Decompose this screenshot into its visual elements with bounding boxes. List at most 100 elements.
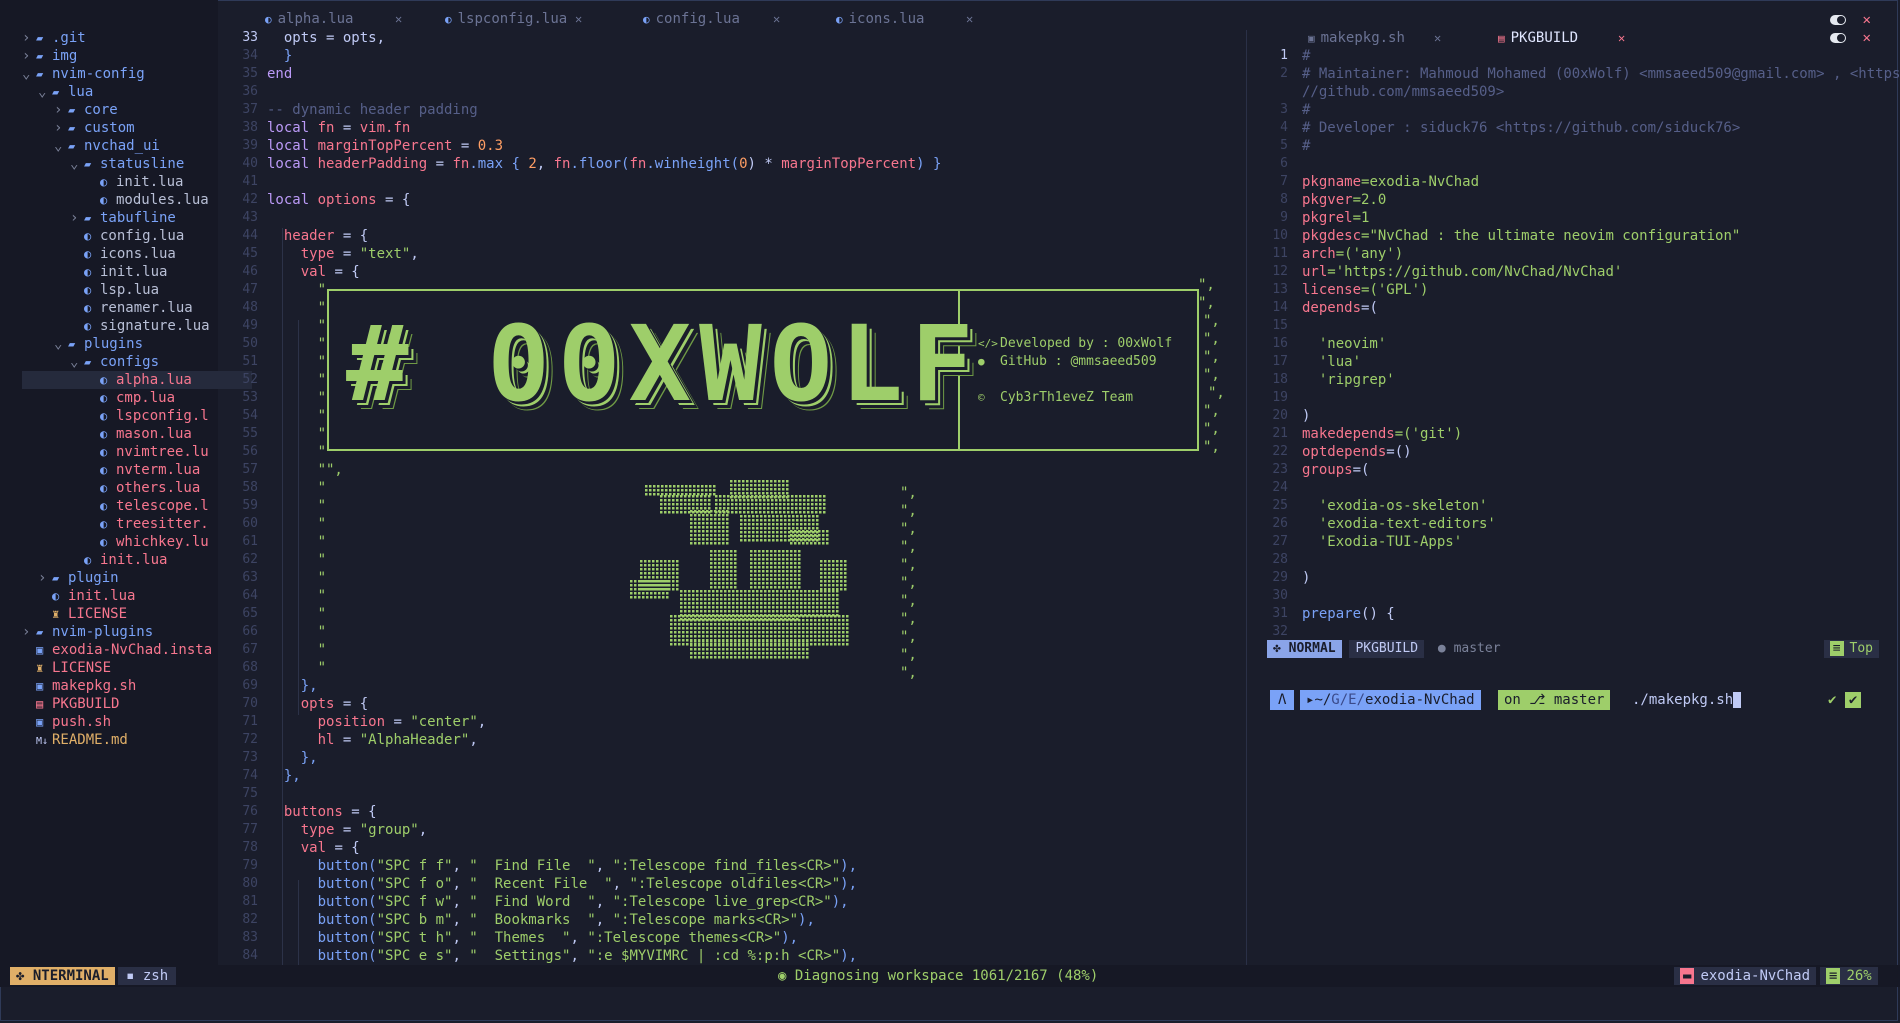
tab-lspconfig-lua[interactable]: ◐ lspconfig.lua ✕ (445, 8, 582, 30)
tree-item[interactable]: ◐ mason.lua (100, 425, 192, 443)
tab-pkgbuild[interactable]: ▤ PKGBUILD ✕ (1498, 27, 1625, 49)
close-icon[interactable]: ✕ (575, 8, 582, 30)
tree-item[interactable]: ▣ push.sh (36, 713, 111, 731)
tree-item[interactable]: ⌄ ▰ lua (38, 83, 93, 101)
code-token: ) * (747, 156, 782, 172)
tree-item[interactable]: ◐ lsp.lua (84, 281, 159, 299)
terminal-pane[interactable]: Λ ▸~/G/E/exodia-NvChad on ⎇ master ./mak… (1250, 690, 1900, 960)
tree-item[interactable]: ⌄ ▰ statusline (70, 155, 184, 173)
terminal-icon: ▪ (126, 968, 143, 984)
code-line: # (1302, 102, 1310, 118)
tree-item[interactable]: ◐ init.lua (100, 173, 183, 191)
tree-item-label: config.lua (100, 228, 185, 244)
chevron-right-icon[interactable]: › (22, 623, 36, 641)
chevron-right-icon[interactable]: › (22, 47, 36, 65)
tab-icons-lua[interactable]: ◐ icons.lua ✕ (836, 8, 973, 30)
tab-makepkg-sh[interactable]: ▣ makepkg.sh ✕ (1308, 27, 1441, 49)
close-icon[interactable]: ✕ (1434, 27, 1441, 49)
code-token: " (267, 372, 327, 388)
tree-item[interactable]: ◐ init.lua (84, 551, 167, 569)
chevron-down-icon[interactable]: ⌄ (54, 137, 68, 155)
tree-item[interactable]: ▣ makepkg.sh (36, 677, 136, 695)
tab-alpha-lua[interactable]: ◐ alpha.lua ✕ (265, 8, 402, 30)
tree-item[interactable]: › ▰ plugin (38, 569, 119, 587)
tree-item[interactable]: ◐ init.lua (84, 263, 167, 281)
tree-item[interactable]: ◐ modules.lua (100, 191, 209, 209)
close-icon[interactable]: ✕ (1618, 27, 1625, 49)
tree-item-label: cmp.lua (116, 390, 176, 406)
tree-item[interactable]: ◐ renamer.lua (84, 299, 193, 317)
tree-item-label: init.lua (100, 552, 168, 568)
tree-item[interactable]: ⌄ ▰ configs (70, 353, 159, 371)
code-token: local (267, 120, 318, 136)
tree-item[interactable]: ◐ whichkey.lu (100, 533, 209, 551)
tree-item[interactable]: ♜ LICENSE (52, 605, 127, 623)
tree-item[interactable]: ◐ lspconfig.l (100, 407, 209, 425)
chevron-right-icon[interactable]: › (54, 119, 68, 137)
tree-item[interactable]: › ▰ tabufline (70, 209, 176, 227)
tree-item[interactable]: › ▰ core (54, 101, 118, 119)
string-terminator: ", (1203, 331, 1220, 347)
code-token: type (267, 822, 335, 838)
code-token: = { (326, 264, 360, 280)
code-token: =() (1386, 444, 1412, 460)
close-icon[interactable]: ✕ (773, 8, 780, 30)
folder-icon: ▬ (1680, 968, 1695, 984)
tree-item[interactable]: ⌄ ▰ nvim-config (22, 65, 145, 83)
close-icon[interactable]: ✕ (966, 8, 973, 30)
tree-item[interactable]: ◐ signature.lua (84, 317, 210, 335)
tree-item[interactable]: › ▰ img (22, 47, 77, 65)
line-number: 26 (1272, 516, 1288, 531)
tree-item[interactable]: ◐ nvterm.lua (100, 461, 200, 479)
tree-item[interactable]: ◐ icons.lua (84, 245, 176, 263)
toggle-theme-button[interactable]: ✕ (1830, 12, 1872, 28)
tree-item[interactable]: ◐ init.lua (52, 587, 135, 605)
tree-item[interactable]: ▤ PKGBUILD (36, 695, 119, 713)
chevron-right-icon[interactable]: › (22, 29, 36, 47)
chevron-down-icon[interactable]: ⌄ (54, 335, 68, 353)
line-number: 5 (1280, 138, 1288, 153)
tree-item-label: PKGBUILD (52, 696, 120, 712)
tree-item[interactable]: › ▰ .git (22, 29, 86, 47)
tree-item[interactable]: ◐ telescope.l (100, 497, 209, 515)
code-line: end (267, 66, 292, 82)
tree-item[interactable]: M↓ README.md (36, 731, 128, 749)
code-token: local (267, 156, 318, 172)
tree-item[interactable]: ◐ treesitter. (100, 515, 209, 533)
tree-item[interactable]: › ▰ nvim-plugins (22, 623, 153, 641)
tab-config-lua[interactable]: ◐ config.lua ✕ (643, 8, 780, 30)
chevron-down-icon[interactable]: ⌄ (70, 155, 84, 173)
chevron-right-icon[interactable]: › (70, 209, 84, 227)
tree-item[interactable]: ⌄ ▰ nvchad_ui (54, 137, 160, 155)
chevron-down-icon[interactable]: ⌄ (70, 353, 84, 371)
tree-item[interactable]: ▣ exodia-NvChad.insta (36, 641, 212, 659)
close-all-button[interactable]: ✕ (1830, 30, 1872, 46)
github-icon: ● (1437, 641, 1454, 656)
vertical-split[interactable] (1246, 30, 1247, 965)
code-line: " (267, 408, 326, 424)
code-token: " (267, 480, 327, 496)
code-token: , (570, 930, 588, 946)
tree-item[interactable]: ⌄ ▰ plugins (54, 335, 143, 353)
terminal-command[interactable]: ./makepkg.sh (1632, 690, 1742, 710)
code-token: ":Telescope themes<CR>" (587, 930, 782, 946)
tree-item[interactable]: ◐ others.lua (100, 479, 200, 497)
chevron-right-icon[interactable]: › (38, 569, 52, 587)
close-icon[interactable]: ✕ (395, 8, 402, 30)
tree-item[interactable]: ◐ cmp.lua (100, 389, 175, 407)
code-line: license=('GPL') (1302, 282, 1428, 298)
tree-item[interactable]: ◐ config.lua (84, 227, 184, 245)
chevron-right-icon[interactable]: › (54, 101, 68, 119)
tree-item[interactable]: ◐ alpha.lua (22, 371, 252, 389)
tree-item[interactable]: ◐ nvimtree.lu (100, 443, 209, 461)
tree-item-label: lua (68, 84, 94, 100)
code-token: pkgname (1302, 174, 1362, 190)
pkgbuild-editor[interactable]: 1 #2 # Maintainer: Mahmoud Mohamed (00xWol… (1250, 48, 1900, 639)
tree-item[interactable]: › ▰ custom (54, 119, 135, 137)
code-token: = (452, 138, 478, 154)
tree-item-label: nvterm.lua (116, 462, 201, 478)
package-icon: ▤ (36, 697, 44, 711)
chevron-down-icon[interactable]: ⌄ (38, 83, 52, 101)
tree-item[interactable]: ♜ LICENSE (36, 659, 111, 677)
chevron-down-icon[interactable]: ⌄ (22, 65, 36, 83)
